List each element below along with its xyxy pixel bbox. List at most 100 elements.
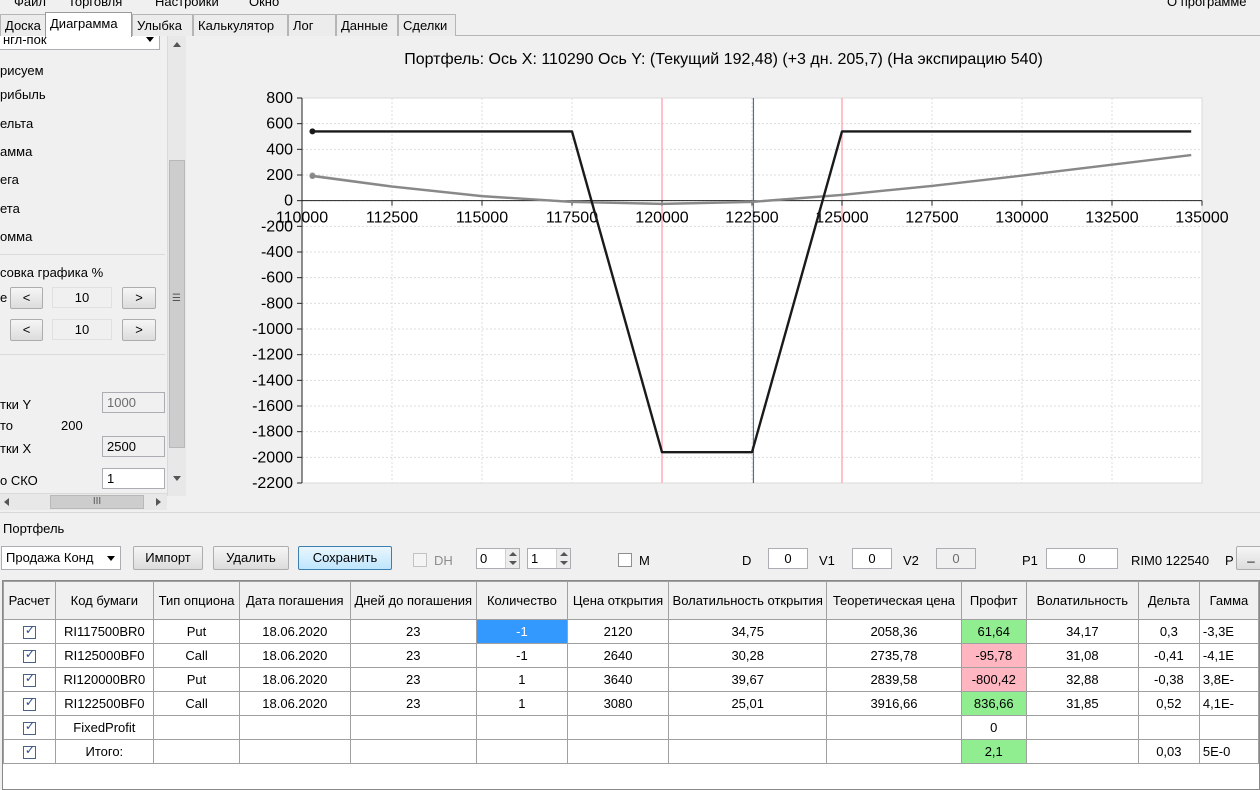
cell-vol[interactable]: 31,08 — [1025, 643, 1139, 668]
scroll-up-icon[interactable] — [173, 42, 181, 47]
tab-calculator[interactable]: Калькулятор — [193, 14, 288, 36]
cell-gamma[interactable] — [1198, 715, 1259, 740]
table-row[interactable]: FixedProfit 0 — [3, 715, 1259, 740]
calc-checkbox-cell[interactable] — [3, 667, 56, 692]
cell-profit[interactable]: -800,42 — [960, 667, 1027, 692]
cell-code[interactable]: RI117500BR0 — [54, 619, 155, 644]
cell-delta[interactable]: -0,41 — [1137, 643, 1200, 668]
v1-input[interactable]: 0 — [852, 548, 892, 569]
calc-checkbox-cell[interactable] — [3, 739, 56, 764]
cell-delta[interactable]: 0,3 — [1137, 619, 1200, 644]
step-x-input[interactable]: 2500 — [102, 436, 165, 457]
table-row[interactable]: RI120000BR0Put18.06.2020231364039,672839… — [3, 667, 1259, 692]
col-header-calc[interactable]: Расчет — [3, 581, 56, 620]
horizontal-scrollbar[interactable]: III — [0, 493, 167, 510]
cell-price[interactable]: 3080 — [566, 691, 670, 716]
tab-data[interactable]: Данные — [336, 14, 398, 36]
tab-log[interactable]: Лог — [288, 14, 336, 36]
cell-days[interactable] — [349, 739, 477, 764]
d-input[interactable]: 0 — [768, 548, 808, 569]
portfolio-combo[interactable]: Продажа Конд — [1, 546, 121, 570]
cell-vol-open[interactable] — [668, 739, 828, 764]
cell-profit[interactable]: 61,64 — [960, 619, 1027, 644]
import-button[interactable]: Импорт — [133, 546, 203, 570]
cell-date[interactable]: 18.06.2020 — [239, 643, 351, 668]
cell-price[interactable]: 3640 — [566, 667, 670, 692]
col-header-profit[interactable]: Профит — [960, 581, 1027, 620]
dh-checkbox[interactable] — [413, 553, 427, 567]
spin2-input[interactable]: 1 — [527, 548, 571, 569]
cell-type[interactable]: Call — [153, 691, 241, 716]
tab-deals[interactable]: Сделки — [398, 14, 456, 36]
cell-qty[interactable]: 1 — [475, 667, 568, 692]
cell-vol-open[interactable]: 30,28 — [668, 643, 828, 668]
cell-delta[interactable]: 0,52 — [1137, 691, 1200, 716]
p1-input[interactable]: 0 — [1046, 548, 1118, 569]
calc-checkbox-cell[interactable] — [3, 619, 56, 644]
calc-checkbox-cell[interactable] — [3, 691, 56, 716]
cell-delta[interactable]: -0,38 — [1137, 667, 1200, 692]
cell-date[interactable]: 18.06.2020 — [239, 667, 351, 692]
cell-type[interactable]: Put — [153, 619, 241, 644]
cell-qty[interactable] — [475, 715, 568, 740]
p-button[interactable]: _ — [1236, 546, 1260, 570]
cell-qty[interactable]: 1 — [475, 691, 568, 716]
menu-about[interactable]: О программе — [1167, 0, 1247, 9]
shift1-next-button[interactable]: > — [122, 287, 156, 309]
menu-settings[interactable]: Настройки — [155, 0, 219, 9]
cell-theor[interactable]: 2839,58 — [826, 667, 962, 692]
cell-price[interactable]: 2120 — [566, 619, 670, 644]
cell-price[interactable] — [566, 715, 670, 740]
cell-theor[interactable]: 3916,66 — [826, 691, 962, 716]
cell-delta[interactable] — [1137, 715, 1200, 740]
shift2-next-button[interactable]: > — [122, 319, 156, 341]
cell-theor[interactable]: 2735,78 — [826, 643, 962, 668]
tab-diagram[interactable]: Диаграмма — [45, 12, 132, 37]
cell-vol-open[interactable]: 34,75 — [668, 619, 828, 644]
cell-days[interactable]: 23 — [349, 619, 477, 644]
tab-smile[interactable]: Улыбка — [132, 14, 193, 36]
shift1-prev-button[interactable]: < — [10, 287, 43, 309]
cell-vol[interactable]: 31,85 — [1025, 691, 1139, 716]
col-header-price[interactable]: Цена открытия — [566, 581, 670, 620]
payoff-chart[interactable]: 8006004002000-200-400-600-800-1000-1200-… — [187, 36, 1260, 512]
col-header-vol[interactable]: Волатильность — [1025, 581, 1139, 620]
calc-checkbox[interactable] — [22, 743, 36, 760]
step-y-input[interactable]: 1000 — [102, 392, 165, 413]
vertical-scroll-thumb[interactable]: ☰ — [169, 160, 185, 448]
splitter[interactable] — [0, 512, 1260, 518]
spin1-input[interactable]: 0 — [476, 548, 520, 569]
cell-vol[interactable]: 32,88 — [1025, 667, 1139, 692]
col-header-theor[interactable]: Теоретическая цена — [826, 581, 962, 620]
table-row[interactable]: Итого: 2,1 0,035E-0 — [3, 739, 1259, 764]
cell-vol[interactable]: 34,17 — [1025, 619, 1139, 644]
cell-date[interactable] — [239, 739, 351, 764]
cell-qty[interactable]: -1 — [475, 619, 568, 644]
cell-gamma[interactable]: -4,1E — [1198, 643, 1259, 668]
cell-vol-open[interactable] — [668, 715, 828, 740]
calc-checkbox[interactable] — [22, 695, 36, 712]
menu-file[interactable]: Файл — [14, 0, 46, 9]
delete-button[interactable]: Удалить — [213, 546, 289, 570]
cell-profit[interactable]: 2,1 — [960, 739, 1027, 764]
cell-type[interactable] — [153, 739, 241, 764]
tab-board[interactable]: Доска — [0, 14, 46, 36]
cell-gamma[interactable]: 5E-0 — [1198, 739, 1259, 764]
cell-code[interactable]: Итого: — [54, 739, 155, 764]
calc-checkbox[interactable] — [22, 647, 36, 664]
cell-vol[interactable] — [1025, 715, 1139, 740]
cell-days[interactable] — [349, 715, 477, 740]
table-row[interactable]: RI117500BR0Put18.06.202023-1212034,75205… — [3, 619, 1259, 644]
check-delta[interactable]: ельта — [0, 116, 33, 131]
shift2-prev-button[interactable]: < — [10, 319, 43, 341]
col-header-date[interactable]: Дата погашения — [239, 581, 351, 620]
cell-theor[interactable] — [826, 739, 962, 764]
cell-code[interactable]: RI125000BF0 — [54, 643, 155, 668]
col-header-vol-open[interactable]: Волатильность открытия — [668, 581, 828, 620]
cell-date[interactable] — [239, 715, 351, 740]
cell-profit[interactable]: -95,78 — [960, 643, 1027, 668]
calc-checkbox[interactable] — [22, 623, 36, 640]
table-row[interactable]: RI122500BF0Call18.06.2020231308025,01391… — [3, 691, 1259, 716]
col-header-qty[interactable]: Количество — [475, 581, 568, 620]
cell-gamma[interactable]: 4,1E- — [1198, 691, 1259, 716]
